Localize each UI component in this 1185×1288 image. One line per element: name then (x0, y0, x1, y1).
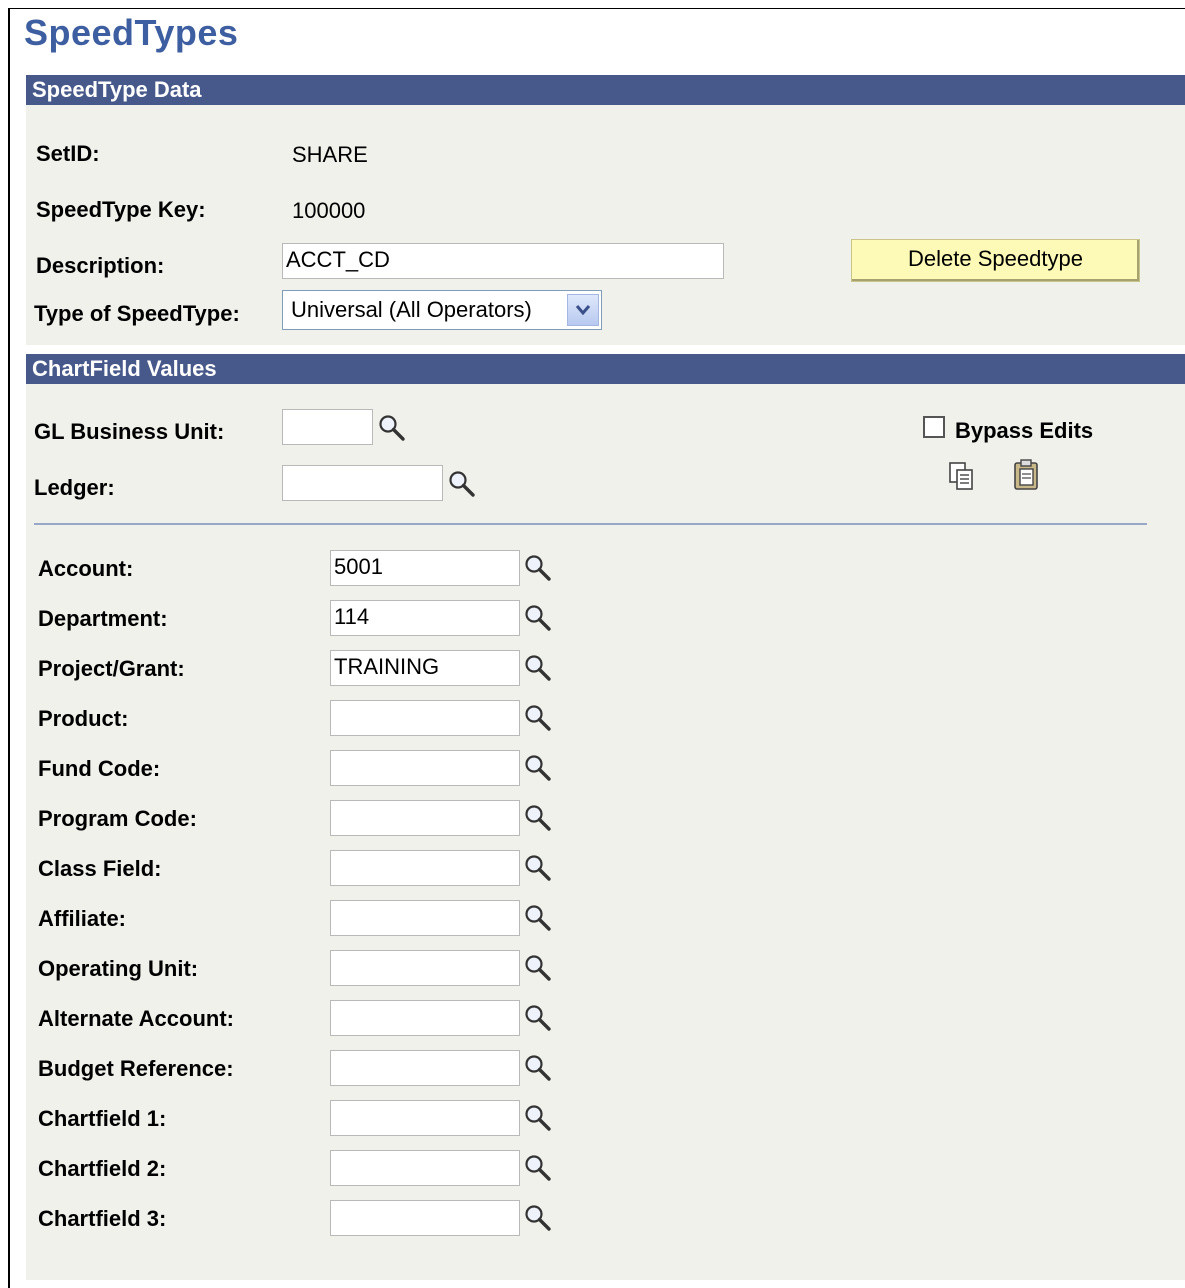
chartfield-input[interactable]: TRAINING (330, 650, 520, 686)
chartfield-label: Operating Unit: (38, 956, 199, 981)
speedtype-key-value: 100000 (292, 198, 366, 223)
magnifying-glass-icon[interactable] (523, 903, 553, 933)
type-of-speedtype-value: Universal (All Operators) (291, 297, 532, 322)
chartfield-label: Fund Code: (38, 756, 161, 781)
description-label: Description: (36, 253, 165, 278)
frame-left-border (8, 8, 10, 1288)
magnifying-glass-icon[interactable] (523, 1203, 553, 1233)
chartfield-input[interactable] (330, 900, 520, 936)
magnifying-glass-icon[interactable] (523, 803, 553, 833)
gl-business-unit-label: GL Business Unit: (34, 419, 225, 444)
chartfield-input[interactable] (330, 1050, 520, 1086)
ledger-input[interactable] (282, 465, 443, 501)
chartfield-label: Project/Grant: (38, 656, 185, 681)
magnifying-glass-icon[interactable] (447, 469, 477, 499)
chartfield-label: Account: (38, 556, 134, 581)
section-divider (34, 523, 1147, 525)
chevron-down-icon[interactable] (567, 294, 599, 326)
chartfield-label: Program Code: (38, 806, 197, 831)
chartfield-label: Product: (38, 706, 129, 731)
paste-icon[interactable] (1012, 458, 1042, 492)
chartfield-values-panel (26, 384, 1185, 1280)
ledger-label: Ledger: (34, 475, 115, 500)
type-of-speedtype-select[interactable]: Universal (All Operators) (282, 290, 602, 330)
bypass-edits-checkbox[interactable] (923, 416, 945, 438)
magnifying-glass-icon[interactable] (523, 603, 553, 633)
speedtype-key-label: SpeedType Key: (36, 197, 206, 222)
chartfield-input[interactable] (330, 1150, 520, 1186)
chartfield-input[interactable] (330, 1000, 520, 1036)
chartfield-input[interactable] (330, 700, 520, 736)
setid-label: SetID: (36, 141, 100, 166)
bypass-edits-label: Bypass Edits (955, 418, 1094, 443)
magnifying-glass-icon[interactable] (523, 703, 553, 733)
chartfield-label: Chartfield 2: (38, 1156, 167, 1181)
type-of-speedtype-label: Type of SpeedType: (34, 301, 240, 326)
chartfield-label: Alternate Account: (38, 1006, 234, 1031)
chartfield-input[interactable]: 114 (330, 600, 520, 636)
setid-value: SHARE (292, 142, 368, 167)
delete-speedtype-button[interactable]: Delete Speedtype (851, 239, 1140, 282)
magnifying-glass-icon[interactable] (523, 753, 553, 783)
description-input[interactable]: ACCT_CD (282, 243, 724, 279)
chartfield-label: Chartfield 1: (38, 1106, 167, 1131)
copy-icon[interactable] (947, 460, 977, 494)
chartfield-label: Department: (38, 606, 168, 631)
chartfield-input[interactable] (330, 1200, 520, 1236)
magnifying-glass-icon[interactable] (523, 1053, 553, 1083)
chartfield-input[interactable] (330, 800, 520, 836)
chartfield-input[interactable] (330, 850, 520, 886)
magnifying-glass-icon[interactable] (377, 413, 407, 443)
page-title: SpeedTypes (24, 12, 239, 53)
chartfield-label: Affiliate: (38, 906, 126, 931)
chartfield-input[interactable]: 5001 (330, 550, 520, 586)
chartfield-input[interactable] (330, 750, 520, 786)
magnifying-glass-icon[interactable] (523, 653, 553, 683)
gl-business-unit-input[interactable] (282, 409, 373, 445)
magnifying-glass-icon[interactable] (523, 1003, 553, 1033)
magnifying-glass-icon[interactable] (523, 1153, 553, 1183)
chartfield-values-header: ChartField Values (26, 354, 1185, 384)
magnifying-glass-icon[interactable] (523, 1103, 553, 1133)
frame-top-border (8, 8, 1185, 9)
magnifying-glass-icon[interactable] (523, 953, 553, 983)
speedtype-data-header: SpeedType Data (26, 75, 1185, 105)
chartfield-input[interactable] (330, 1100, 520, 1136)
chartfield-label: Budget Reference: (38, 1056, 234, 1081)
magnifying-glass-icon[interactable] (523, 853, 553, 883)
magnifying-glass-icon[interactable] (523, 553, 553, 583)
chartfield-input[interactable] (330, 950, 520, 986)
chartfield-label: Chartfield 3: (38, 1206, 167, 1231)
chartfield-label: Class Field: (38, 856, 162, 881)
